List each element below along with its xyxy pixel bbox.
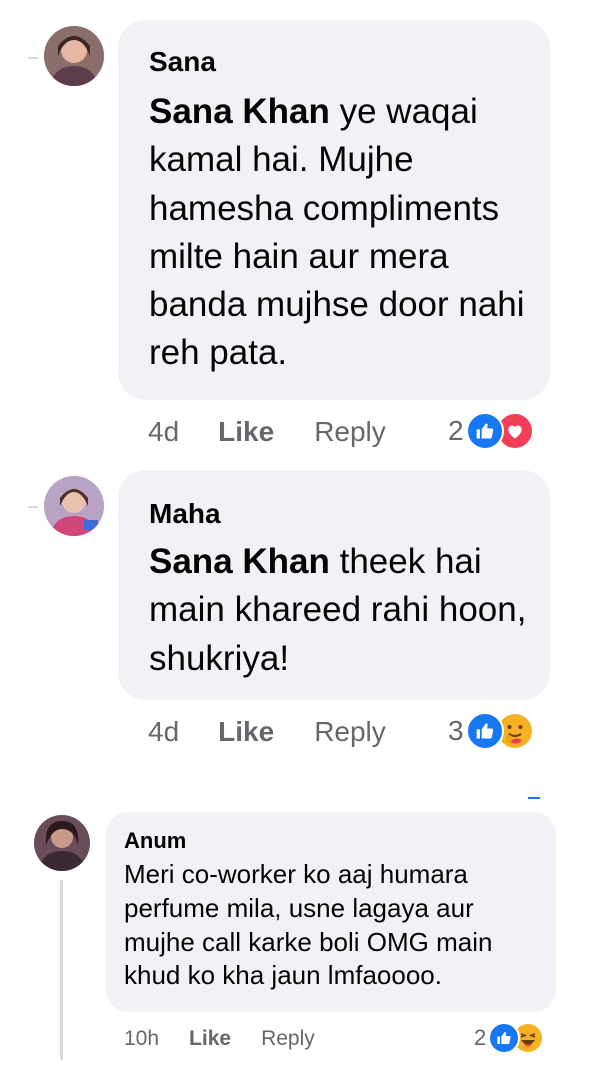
reaction-count: 2 bbox=[474, 1025, 487, 1050]
like-button[interactable]: Like bbox=[218, 716, 274, 748]
comment-thread: Sana Sana Khan ye waqai kamal hai. Mujhe… bbox=[0, 0, 600, 1075]
reply-button[interactable]: Reply bbox=[314, 716, 386, 748]
thread-connector bbox=[60, 880, 63, 1060]
reaction-count: 3 bbox=[448, 715, 464, 746]
comment-text: Meri co-worker ko aaj humara perfume mil… bbox=[124, 859, 493, 991]
mention-link[interactable]: Sana Khan bbox=[149, 92, 330, 131]
reaction-summary[interactable]: 2 bbox=[448, 412, 534, 450]
reaction-count: 2 bbox=[448, 415, 464, 446]
like-button[interactable]: Like bbox=[218, 416, 274, 448]
avatar[interactable] bbox=[44, 26, 104, 86]
comment-timestamp[interactable]: 4d bbox=[148, 416, 179, 448]
like-icon bbox=[488, 1022, 521, 1054]
mention-link[interactable]: Sana Khan bbox=[149, 542, 330, 581]
comment-actions: 10h Like Reply bbox=[124, 1027, 315, 1051]
comment-actions: 4d Like Reply bbox=[148, 416, 386, 448]
comment-author[interactable]: Maha bbox=[149, 498, 221, 530]
comment-timestamp[interactable]: 4d bbox=[148, 716, 179, 748]
comment-text: Sana Khan theek hai main khareed rahi ho… bbox=[149, 542, 527, 678]
like-icon bbox=[465, 712, 504, 750]
like-icon bbox=[465, 412, 504, 450]
reply-button[interactable]: Reply bbox=[261, 1027, 315, 1051]
comment-author[interactable]: Anum bbox=[124, 828, 186, 854]
thread-connector bbox=[28, 506, 38, 508]
comment-author[interactable]: Sana bbox=[149, 46, 216, 78]
comment-text: Sana Khan ye waqai kamal hai. Mujhe hame… bbox=[149, 92, 525, 373]
reaction-summary[interactable]: 2 bbox=[474, 1022, 545, 1054]
thread-connector bbox=[28, 57, 38, 59]
comment-timestamp[interactable]: 10h bbox=[124, 1027, 159, 1051]
avatar[interactable] bbox=[34, 815, 90, 871]
avatar[interactable] bbox=[44, 476, 104, 536]
reaction-summary[interactable]: 3 bbox=[448, 712, 534, 750]
reply-button[interactable]: Reply bbox=[314, 416, 386, 448]
comment-actions: 4d Like Reply bbox=[148, 716, 386, 748]
like-button[interactable]: Like bbox=[189, 1027, 231, 1051]
collapse-indicator[interactable] bbox=[528, 797, 540, 799]
